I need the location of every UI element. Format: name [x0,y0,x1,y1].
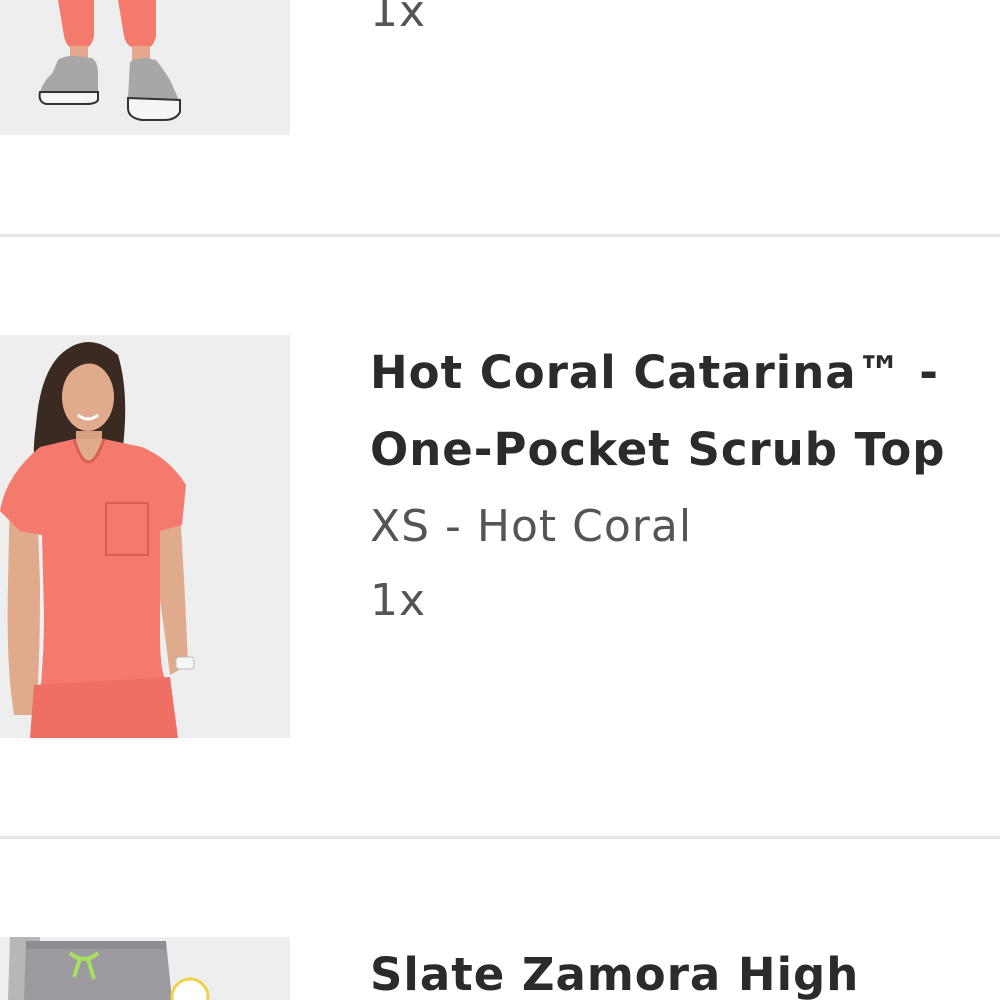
slate-scrub-pants-photo-icon [0,937,290,1000]
cart-item: 1x [0,0,1000,235]
item-quantity: 1x [370,575,427,626]
item-title-line1[interactable]: Hot Coral Catarina™ - [370,334,1000,411]
cart-item: Hot Coral Catarina™ - One-Pocket Scrub T… [0,237,1000,837]
coral-scrub-top-photo-icon [0,335,290,738]
cart-item: Slate Zamora High [0,839,1000,1000]
item-quantity: 1x [370,0,427,37]
item-title-line2[interactable]: One-Pocket Scrub Top [370,411,1000,488]
product-image-coral-jogger[interactable] [0,0,290,135]
cart-item-list: 1x Hot Coral Catarina™ - One-Pocket Scru… [0,0,1000,1000]
item-title-line1[interactable]: Slate Zamora High [370,936,1000,1000]
item-variant: XS - Hot Coral [370,501,693,552]
product-image-zamora-pants[interactable] [0,937,290,1000]
product-image-catarina-top[interactable] [0,335,290,738]
coral-jogger-pants-icon [0,0,290,135]
